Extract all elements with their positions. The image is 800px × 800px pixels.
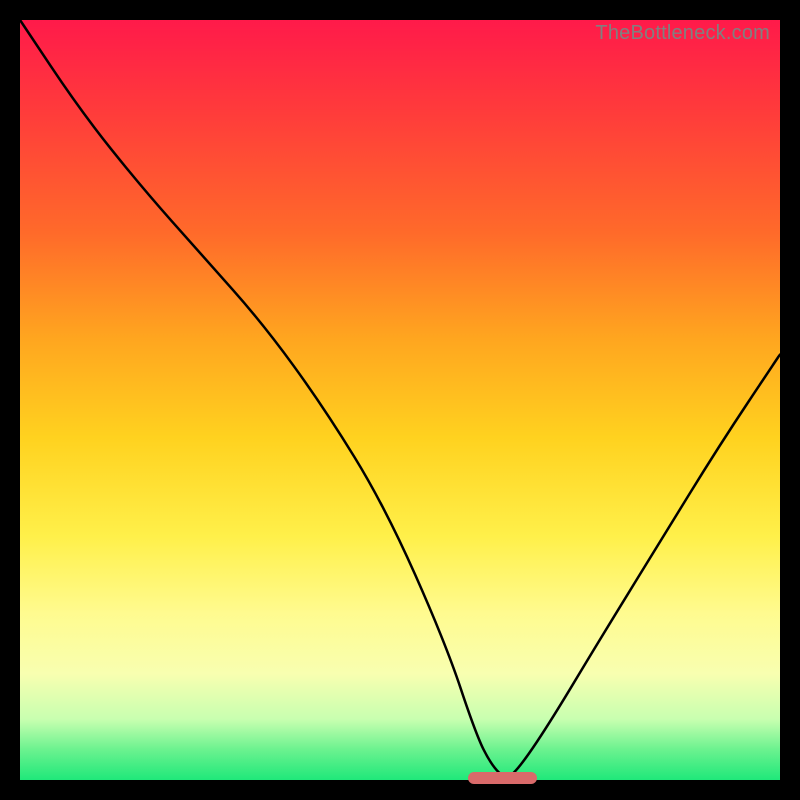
bottleneck-curve [20, 20, 780, 780]
chart-frame: TheBottleneck.com [0, 0, 800, 800]
plot-area: TheBottleneck.com [20, 20, 780, 780]
optimal-range-marker [468, 772, 536, 784]
